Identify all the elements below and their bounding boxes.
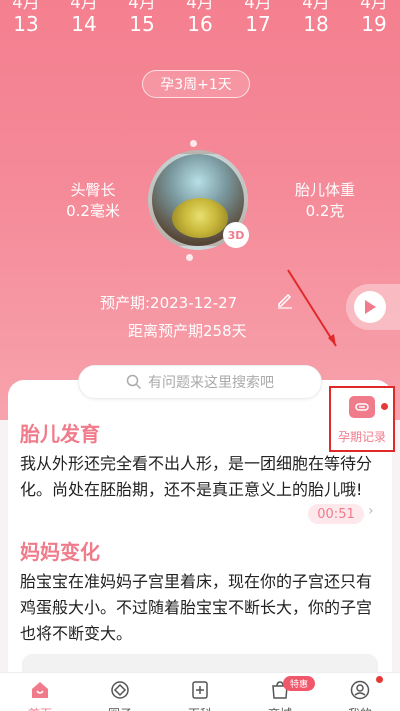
- fetal-weight-label: 胎儿体重: [294, 181, 355, 199]
- date-month: 4月: [128, 0, 156, 13]
- tab-encyclopedia[interactable]: 百科: [160, 673, 240, 711]
- date-month: 4月: [186, 0, 214, 13]
- decor-dot: [186, 254, 193, 261]
- date-item[interactable]: 4月 15: [120, 0, 164, 36]
- date-item[interactable]: 4月 17: [236, 0, 280, 36]
- mother-change-text: 胎宝宝在准妈妈子宫里着床，现在你的子宫还只有鸡蛋般大小。不过随着胎宝宝不断长大，…: [20, 572, 373, 643]
- date-item[interactable]: 4月 16: [178, 0, 222, 36]
- pregnancy-record-label: 孕期记录: [337, 430, 386, 444]
- date-month: 4月: [244, 0, 272, 13]
- tab-profile-label: 我的: [320, 705, 400, 711]
- circle-icon: [111, 681, 129, 699]
- play-audio-button[interactable]: [346, 284, 400, 330]
- record-book-icon: [349, 396, 375, 418]
- date-item[interactable]: 4月 19: [352, 0, 396, 36]
- profile-icon: [350, 680, 370, 700]
- date-day: 13: [13, 12, 39, 36]
- date-item[interactable]: 4月 18: [294, 0, 338, 36]
- tab-circle[interactable]: 圈子: [80, 673, 160, 711]
- date-month: 4月: [302, 0, 330, 13]
- date-month: 4月: [12, 0, 40, 13]
- date-day: 16: [187, 12, 213, 36]
- mother-change-title: 妈妈变化: [20, 540, 100, 564]
- date-month: 4月: [360, 0, 388, 13]
- pregnancy-record-button[interactable]: 孕期记录: [329, 386, 395, 452]
- embryo-illustration: [172, 198, 228, 238]
- head-hip-value: 0.2毫米: [66, 202, 120, 220]
- play-icon: [354, 291, 386, 323]
- tab-profile[interactable]: 我的: [320, 673, 400, 711]
- tab-encyclopedia-label: 百科: [160, 705, 240, 711]
- fetal-weight: 胎儿体重 0.2克: [270, 180, 380, 222]
- date-item[interactable]: 4月 13: [4, 0, 48, 36]
- tab-home-label: 首页: [0, 705, 80, 711]
- date-strip: 4月 13 4月 14 4月 15 4月 16 4月 17 4月 18 4月 1…: [0, 0, 400, 50]
- edit-pencil-icon[interactable]: [276, 291, 294, 309]
- tab-home[interactable]: 首页: [0, 673, 80, 711]
- head-hip-length: 头臀长 0.2毫米: [38, 180, 148, 222]
- pregnancy-week-pill[interactable]: 孕3周+1天: [142, 70, 250, 98]
- head-hip-label: 头臀长: [70, 181, 116, 199]
- encyclopedia-icon: [192, 681, 208, 699]
- date-day: 19: [361, 12, 387, 36]
- fetal-weight-value: 0.2克: [305, 202, 345, 220]
- fetal-development-text: 我从外形还完全看不出人形，是一团细胞在等待分化。尚处在胚胎期，还不是真正意义上的…: [20, 454, 373, 499]
- profile-notification-dot: [376, 676, 383, 683]
- tab-circle-label: 圈子: [80, 705, 160, 711]
- audio-duration[interactable]: 00:51: [308, 504, 364, 524]
- search-input[interactable]: 有问题来这里搜索吧: [78, 365, 322, 399]
- 3d-view-button[interactable]: 3D: [223, 222, 249, 248]
- date-item[interactable]: 4月 14: [62, 0, 106, 36]
- bottom-tab-bar: 首页 圈子 百科 商城 我的: [0, 672, 400, 711]
- due-date: 预产期:2023-12-27: [100, 294, 238, 312]
- decor-dot: [190, 140, 197, 147]
- date-day: 18: [303, 12, 329, 36]
- date-month: 4月: [70, 0, 98, 13]
- tab-shop-label: 商城: [240, 705, 320, 711]
- date-day: 17: [245, 12, 271, 36]
- chevron-right-icon[interactable]: ›: [368, 503, 374, 519]
- fetal-development-title: 胎儿发育: [20, 422, 100, 446]
- special-offer-badge: 特惠: [283, 676, 315, 691]
- home-icon: [32, 682, 48, 698]
- date-day: 14: [71, 12, 97, 36]
- due-countdown: 距离预产期258天: [128, 322, 247, 340]
- notification-dot: [381, 403, 388, 410]
- date-day: 15: [129, 12, 155, 36]
- search-icon: [126, 374, 142, 390]
- search-placeholder: 有问题来这里搜索吧: [148, 375, 274, 391]
